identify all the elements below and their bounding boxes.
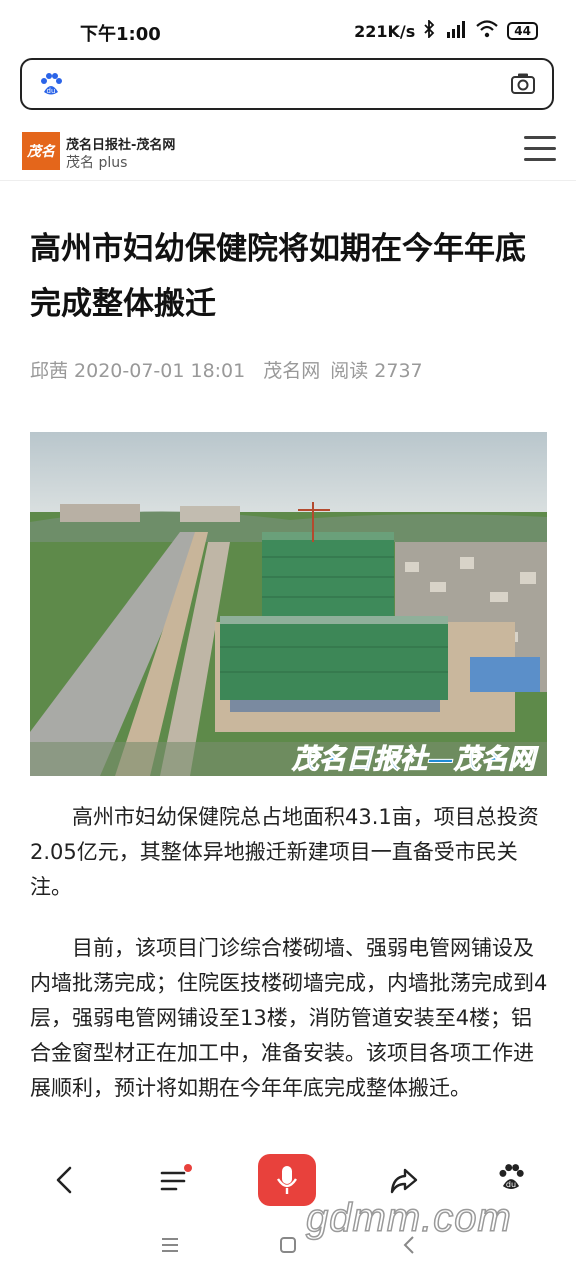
back-icon[interactable] <box>50 1162 78 1202</box>
menu-icon[interactable] <box>524 136 556 169</box>
recents-icon[interactable] <box>160 1236 180 1258</box>
status-bar: 下午1:00 221K/s 44 <box>0 0 576 60</box>
article-meta: 邱茜 2020-07-01 18:01 茂名网 阅读 2737 <box>30 356 441 383</box>
article-paragraph: 目前，该项目门诊综合楼砌墙、强弱电管网铺设及内墙批荡完成；住院医技楼砌墙完成，内… <box>30 936 548 1100</box>
article-source: 茂名网 <box>263 360 321 382</box>
mic-icon <box>276 1166 298 1194</box>
article-author: 邱茜 <box>30 360 69 382</box>
article-read-count: 阅读 2737 <box>330 360 423 382</box>
status-icons: 221K/s 44 <box>354 18 538 42</box>
search-input[interactable] <box>78 70 482 100</box>
image-caption: 茂名日报社—茂名网 <box>291 744 539 775</box>
battery-icon: 44 <box>507 22 538 40</box>
search-bar[interactable]: du <box>20 58 554 110</box>
article-image[interactable]: 茂名日报社—茂名网 <box>30 432 547 776</box>
home-icon[interactable] <box>279 1236 297 1258</box>
list-icon[interactable] <box>158 1162 192 1202</box>
site-subtitle: 茂名 plus <box>66 155 128 171</box>
svg-text:du: du <box>506 1180 516 1189</box>
site-header: 茂名 茂名日报社-茂名网 茂名 plus <box>0 126 576 181</box>
baidu-paw-icon[interactable]: du <box>496 1162 526 1198</box>
article-datetime: 2020-07-01 18:01 <box>74 360 246 382</box>
site-name[interactable]: 茂名日报社-茂名网 <box>66 134 175 153</box>
wifi-icon <box>475 20 499 42</box>
svg-text:du: du <box>47 87 56 95</box>
net-speed: 221K/s <box>354 21 416 41</box>
status-time: 下午1:00 <box>80 24 161 45</box>
baidu-paw-icon[interactable]: du <box>38 72 64 102</box>
signal-icon <box>443 20 467 42</box>
article-title: 高州市妇幼保健院将如期在今年年底完成整体搬迁 <box>30 231 526 322</box>
camera-icon[interactable] <box>510 72 536 100</box>
watermark: gdmm.com <box>305 1195 512 1241</box>
article-paragraph: 高州市妇幼保健院总占地面积43.1亩，项目总投资2.05亿元，其整体异地搬迁新建… <box>30 805 539 899</box>
site-logo[interactable]: 茂名 <box>22 132 60 170</box>
bluetooth-icon <box>423 18 435 42</box>
